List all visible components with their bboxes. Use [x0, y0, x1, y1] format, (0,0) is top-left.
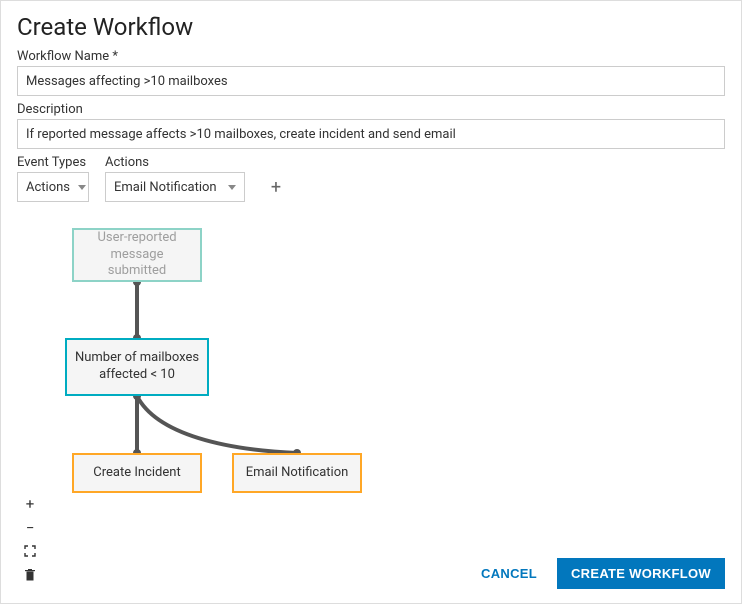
- node-email-notification[interactable]: Email Notification: [232, 453, 362, 493]
- create-workflow-dialog: Create Workflow Workflow Name * Descript…: [0, 0, 742, 604]
- actions-dropdown[interactable]: Email Notification: [105, 172, 245, 202]
- node-condition-label: Number of mailboxes affected < 10: [73, 350, 201, 384]
- event-types-label: Event Types: [17, 155, 89, 170]
- zoom-in-button[interactable]: +: [17, 493, 43, 515]
- fullscreen-button[interactable]: [17, 541, 43, 563]
- fullscreen-icon: [24, 545, 36, 560]
- caret-down-icon: [228, 185, 236, 190]
- node-start[interactable]: User-reported message submitted: [72, 228, 202, 282]
- zoom-out-button[interactable]: −: [17, 517, 43, 539]
- create-workflow-button[interactable]: CREATE WORKFLOW: [557, 558, 725, 589]
- caret-down-icon: [78, 185, 86, 190]
- description-row: Description: [17, 102, 725, 149]
- dialog-title: Create Workflow: [17, 13, 725, 41]
- plus-icon: +: [271, 177, 281, 198]
- dialog-footer: CANCEL CREATE WORKFLOW: [477, 558, 725, 589]
- workflow-name-label: Workflow Name *: [17, 49, 725, 64]
- description-input[interactable]: [17, 119, 725, 149]
- node-condition[interactable]: Number of mailboxes affected < 10: [65, 338, 209, 396]
- selectors-row: Event Types Actions Actions Email Notifi…: [17, 155, 725, 202]
- node-create-incident[interactable]: Create Incident: [72, 453, 202, 493]
- add-action-button[interactable]: +: [261, 172, 291, 202]
- minus-icon: −: [26, 521, 35, 536]
- description-label: Description: [17, 102, 725, 117]
- actions-group: Actions Email Notification: [105, 155, 245, 202]
- cancel-button[interactable]: CANCEL: [477, 560, 541, 587]
- workflow-canvas[interactable]: User-reported message submitted Number o…: [17, 210, 725, 580]
- event-types-value: Actions: [26, 180, 70, 195]
- event-types-dropdown[interactable]: Actions: [17, 172, 89, 202]
- workflow-name-row: Workflow Name *: [17, 49, 725, 96]
- workflow-name-input[interactable]: [17, 66, 725, 96]
- actions-value: Email Notification: [114, 180, 217, 195]
- node-create-incident-label: Create Incident: [93, 465, 180, 482]
- trash-icon: [25, 569, 35, 584]
- node-start-label: User-reported message submitted: [80, 230, 194, 281]
- event-types-group: Event Types Actions: [17, 155, 89, 202]
- canvas-toolbar: + −: [17, 493, 43, 587]
- node-email-notification-label: Email Notification: [246, 465, 349, 482]
- plus-icon: +: [26, 497, 35, 512]
- actions-label: Actions: [105, 155, 245, 170]
- delete-button[interactable]: [17, 565, 43, 587]
